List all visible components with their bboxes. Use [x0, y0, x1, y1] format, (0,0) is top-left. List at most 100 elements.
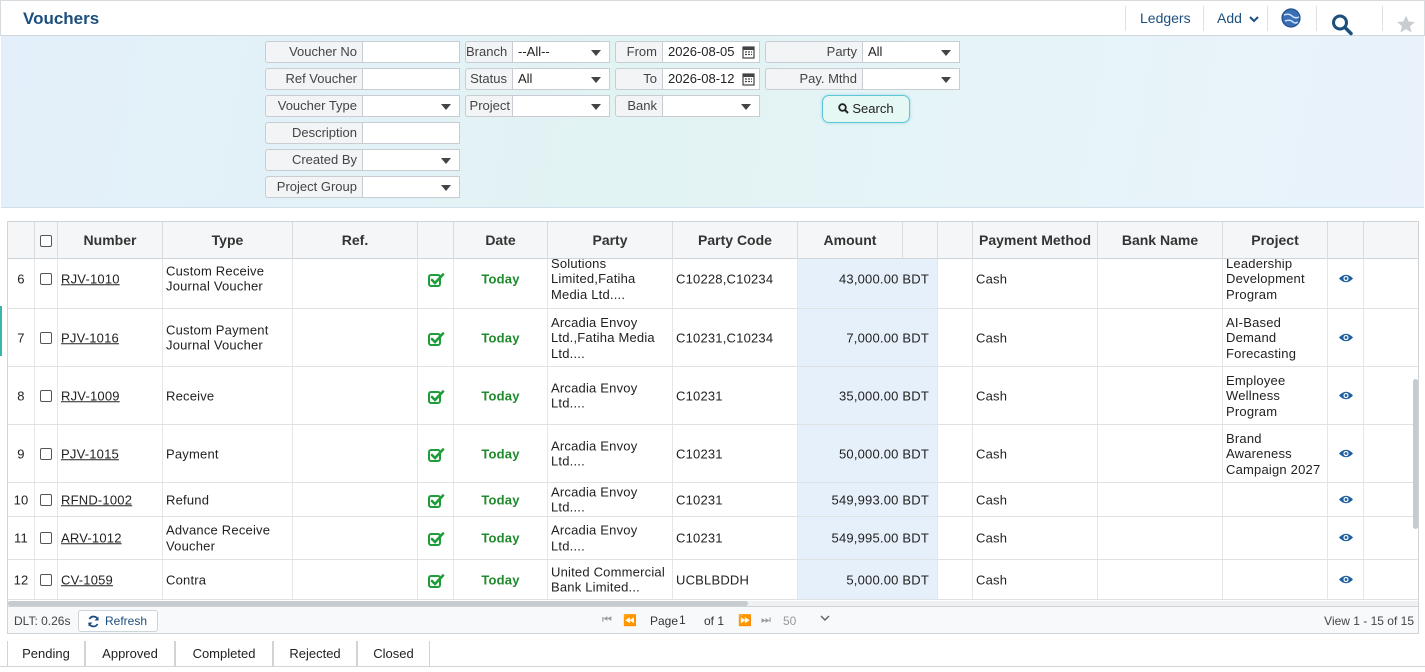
- row-checkbox[interactable]: [40, 331, 52, 344]
- chevron-down-icon[interactable]: [820, 613, 830, 623]
- page-number-input[interactable]: 1: [679, 612, 699, 629]
- check-square-icon: [427, 493, 444, 508]
- col-party[interactable]: Party: [548, 222, 673, 259]
- col-party-code[interactable]: Party Code: [673, 222, 798, 259]
- party-select[interactable]: All: [862, 41, 960, 63]
- created-by-select[interactable]: [362, 149, 460, 171]
- voucher-number-link[interactable]: PJV-1015: [61, 446, 159, 462]
- select-all-checkbox[interactable]: [40, 234, 52, 247]
- bank-label: Bank: [615, 95, 662, 117]
- globe-icon[interactable]: [1280, 7, 1302, 29]
- tab-approved[interactable]: Approved: [85, 641, 175, 667]
- view-cell: [1328, 425, 1364, 482]
- add-menu-button[interactable]: Add: [1217, 1, 1259, 36]
- from-date-input[interactable]: 2026-08-05: [662, 41, 760, 63]
- date-value: Today: [481, 530, 520, 546]
- view-cell: [1328, 259, 1364, 308]
- page-size-select[interactable]: 50: [783, 614, 796, 628]
- eye-icon[interactable]: [1338, 493, 1354, 506]
- calendar-icon[interactable]: [742, 45, 755, 59]
- col-payment-method[interactable]: Payment Method: [973, 222, 1098, 259]
- eye-icon[interactable]: [1338, 573, 1354, 586]
- tab-rejected[interactable]: Rejected: [273, 641, 357, 667]
- next-page-icon[interactable]: ⏩: [738, 614, 752, 627]
- eye-icon[interactable]: [1338, 272, 1354, 285]
- row-checkbox[interactable]: [40, 493, 52, 506]
- col-date[interactable]: Date: [454, 222, 548, 259]
- grid-rows: 6 RJV-1010 Custom Receive Journal Voucher T…: [8, 259, 1418, 601]
- tab-completed[interactable]: Completed: [175, 641, 273, 667]
- project-value: Employee Wellness Program: [1226, 372, 1286, 419]
- vertical-scroll-thumb[interactable]: [1413, 379, 1418, 529]
- voucher-number-link-cell: PJV-1016: [58, 309, 163, 366]
- voucher-number-link[interactable]: RJV-1010: [61, 271, 159, 287]
- tab-closed[interactable]: Closed: [357, 641, 430, 667]
- pay-method-select[interactable]: [862, 68, 960, 90]
- voucher-number-link[interactable]: CV-1059: [61, 572, 159, 588]
- ledgers-button[interactable]: Ledgers: [1140, 1, 1191, 36]
- row-checkbox[interactable]: [40, 389, 52, 402]
- voucher-number-link[interactable]: ARV-1012: [61, 530, 159, 546]
- bank-select[interactable]: [662, 95, 760, 117]
- status-select[interactable]: All: [512, 68, 610, 90]
- project-select[interactable]: [512, 95, 610, 117]
- row-number-header: [8, 222, 35, 259]
- bank-name-value-cell: [1098, 309, 1223, 366]
- project-value-cell: [1223, 483, 1328, 516]
- voucher-type-select[interactable]: [362, 95, 460, 117]
- branch-select[interactable]: --All--: [512, 41, 610, 63]
- search-button[interactable]: Search: [822, 95, 910, 123]
- row-number-cell: 11: [8, 517, 35, 559]
- col-blank-2: [938, 222, 973, 259]
- party-value-cell: United Commercial Bank Limited...: [548, 560, 673, 599]
- voucher-no-input[interactable]: [362, 41, 460, 63]
- ref-voucher-input[interactable]: [362, 68, 460, 90]
- tab-pending[interactable]: Pending: [7, 641, 85, 667]
- voucher-type-cell: Custom Payment Journal Voucher: [163, 309, 293, 366]
- eye-icon[interactable]: [1338, 331, 1354, 344]
- project-group-select[interactable]: [362, 176, 460, 198]
- col-number[interactable]: Number: [58, 222, 163, 259]
- eye-icon[interactable]: [1338, 531, 1354, 544]
- row-checkbox[interactable]: [40, 573, 52, 586]
- eye-icon[interactable]: [1338, 447, 1354, 460]
- row-number: 8: [17, 387, 25, 403]
- col-status: [418, 222, 454, 259]
- col-amount[interactable]: Amount: [798, 222, 903, 259]
- row-number: 12: [13, 571, 29, 587]
- voucher-number-link[interactable]: RJV-1009: [61, 388, 159, 404]
- empty-cell: [938, 517, 973, 559]
- date-value-cell: Today: [454, 517, 548, 559]
- table-row: 7 PJV-1016 Custom Payment Journal Voucher T…: [8, 309, 1418, 367]
- party-code-value-cell: C10231,C10234: [673, 309, 798, 366]
- empty-cell: [1364, 425, 1418, 482]
- created-by-label: Created By: [265, 149, 362, 171]
- project-value-cell: AI-Based Demand Forecasting: [1223, 309, 1328, 366]
- last-page-icon[interactable]: ⏭: [761, 614, 771, 627]
- col-type[interactable]: Type: [163, 222, 293, 259]
- refresh-button[interactable]: Refresh: [78, 610, 158, 632]
- col-ref[interactable]: Ref.: [293, 222, 418, 259]
- amount-value-cell: 549,993.00 BDT: [798, 483, 938, 516]
- payment-method-value: Cash: [976, 329, 1008, 345]
- to-date-input[interactable]: 2026-08-12: [662, 68, 760, 90]
- first-page-icon[interactable]: ⏮: [602, 614, 612, 627]
- voucher-number-link[interactable]: RFND-1002: [61, 492, 159, 508]
- row-checkbox[interactable]: [40, 447, 52, 460]
- row-checkbox[interactable]: [40, 272, 52, 285]
- date-value-cell: Today: [454, 483, 548, 516]
- description-input[interactable]: [362, 122, 460, 144]
- chevron-down-icon: [1249, 16, 1259, 23]
- voucher-type-cell: Advance Receive Voucher: [163, 517, 293, 559]
- date-value-cell: Today: [454, 367, 548, 424]
- row-checkbox[interactable]: [40, 532, 52, 544]
- col-bank-name[interactable]: Bank Name: [1098, 222, 1223, 259]
- approved-status-cell: [418, 425, 454, 482]
- calendar-icon[interactable]: [742, 72, 755, 86]
- voucher-number-link[interactable]: PJV-1016: [61, 330, 159, 346]
- col-project[interactable]: Project: [1223, 222, 1328, 259]
- to-date-label: To: [615, 68, 662, 90]
- prev-page-icon[interactable]: ⏪: [623, 614, 637, 627]
- eye-icon[interactable]: [1338, 389, 1354, 402]
- ref-value-cell: [293, 483, 418, 516]
